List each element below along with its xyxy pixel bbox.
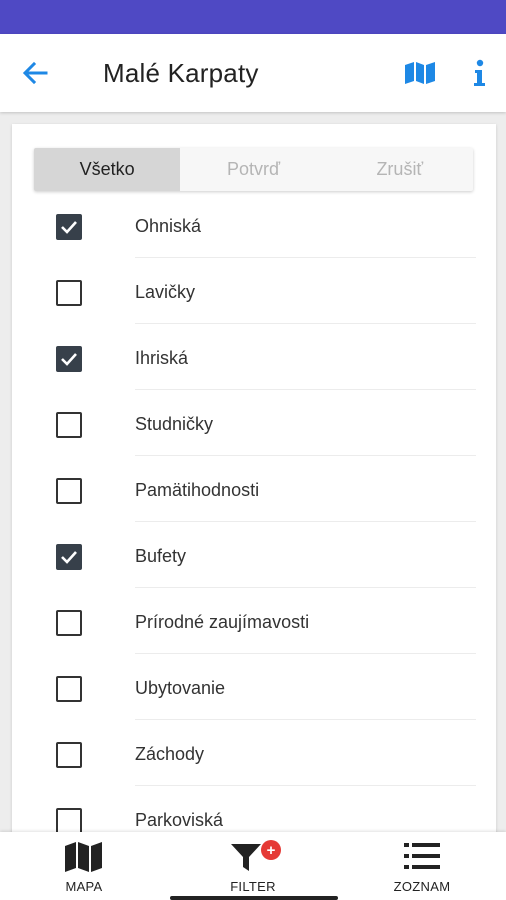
- check-icon: [61, 221, 77, 234]
- nav-map[interactable]: MAPA: [0, 832, 168, 900]
- check-icon: [61, 353, 77, 366]
- info-button[interactable]: [466, 58, 492, 88]
- map-icon: [65, 842, 102, 872]
- nav-list[interactable]: ZOZNAM: [338, 832, 506, 900]
- page-title: Malé Karpaty: [103, 58, 259, 88]
- filter-row[interactable]: Ihriská: [12, 324, 496, 390]
- nav-filter[interactable]: + FILTER: [169, 832, 337, 900]
- filter-checkbox[interactable]: [56, 412, 82, 438]
- filter-icon: [231, 844, 261, 871]
- filter-checkbox[interactable]: [56, 610, 82, 636]
- filter-card: Všetko Potvrď Zrušiť Ohniská Lavičky Ihris…: [12, 124, 496, 852]
- confirm-button[interactable]: Potvrď: [180, 148, 326, 191]
- map-icon: [405, 62, 435, 84]
- status-bar: [0, 0, 506, 34]
- nav-list-label: ZOZNAM: [393, 879, 451, 894]
- filter-checkbox[interactable]: [56, 544, 82, 570]
- filter-checkbox[interactable]: [56, 346, 82, 372]
- filter-checkbox[interactable]: [56, 742, 82, 768]
- filter-checkbox[interactable]: [56, 676, 82, 702]
- home-indicator: [170, 896, 338, 900]
- segmented-control: Všetko Potvrď Zrušiť: [34, 148, 473, 191]
- bottom-nav: MAPA + FILTER ZOZNAM: [0, 832, 506, 900]
- filter-label: Lavičky: [135, 282, 196, 302]
- filter-row[interactable]: Ubytovanie: [12, 654, 496, 720]
- check-icon: [61, 551, 77, 564]
- filter-label: Prírodné zaujímavosti: [135, 612, 310, 632]
- filter-label: Záchody: [135, 744, 205, 764]
- filter-list: Ohniská Lavičky Ihriská Studničky Pamätihodn…: [12, 192, 496, 852]
- filter-label: Ubytovanie: [135, 678, 226, 698]
- filter-checkbox[interactable]: [56, 280, 82, 306]
- filter-label: Pamätihodnosti: [135, 480, 260, 500]
- filter-label: Ohniská: [135, 216, 202, 236]
- filter-row[interactable]: Záchody: [12, 720, 496, 786]
- nav-filter-label: FILTER: [230, 879, 276, 894]
- filter-label: Bufety: [135, 546, 187, 566]
- filter-checkbox[interactable]: [56, 478, 82, 504]
- filter-row[interactable]: Bufety: [12, 522, 496, 588]
- filter-row[interactable]: Studničky: [12, 390, 496, 456]
- nav-map-label: MAPA: [65, 879, 103, 894]
- filter-row[interactable]: Pamätihodnosti: [12, 456, 496, 522]
- back-button[interactable]: [18, 58, 52, 88]
- filter-checkbox[interactable]: [56, 214, 82, 240]
- filter-label: Ihriská: [135, 348, 189, 368]
- filter-label: Parkoviská: [135, 810, 224, 830]
- cancel-button[interactable]: Zrušiť: [327, 148, 473, 191]
- filter-label: Studničky: [135, 414, 214, 434]
- app-bar: Malé Karpaty: [0, 34, 506, 112]
- filter-row[interactable]: Lavičky: [12, 258, 496, 324]
- filter-row[interactable]: Ohniská: [12, 192, 496, 258]
- arrow-left-icon: [22, 61, 48, 85]
- filter-row[interactable]: Prírodné zaujímavosti: [12, 588, 496, 654]
- filter-checkbox[interactable]: [56, 808, 82, 834]
- list-icon: [404, 843, 440, 869]
- info-icon: [474, 59, 485, 86]
- select-all-button[interactable]: Všetko: [34, 148, 181, 191]
- filter-badge: +: [261, 840, 281, 860]
- map-button[interactable]: [404, 60, 438, 88]
